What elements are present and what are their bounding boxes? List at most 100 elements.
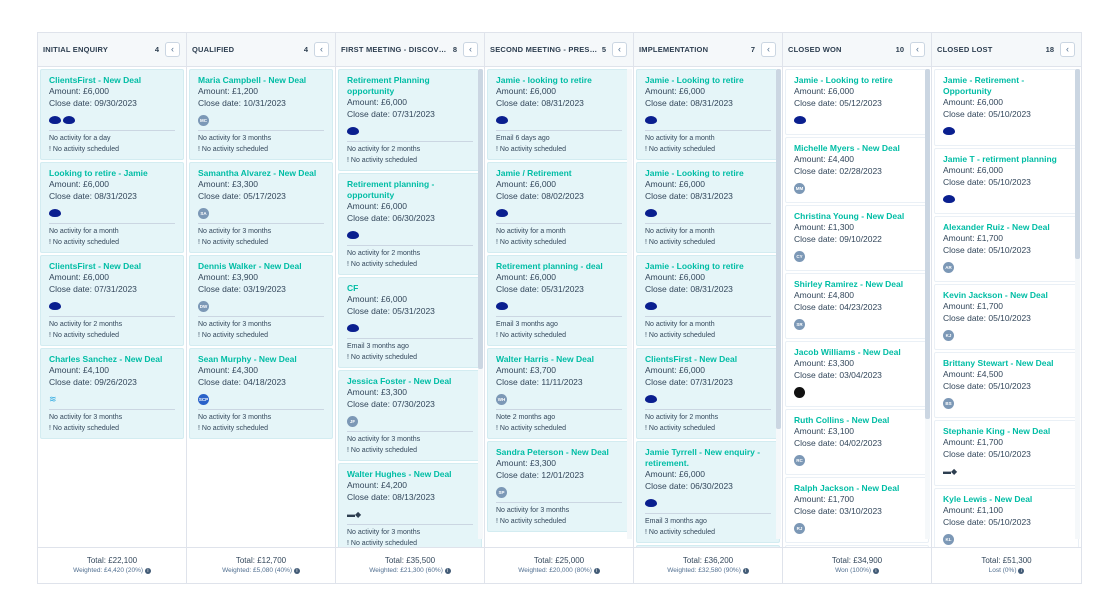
deal-card[interactable]: Walter Harris - New Deal Amount: £3,700 Cl… [487, 348, 631, 439]
deal-name-link[interactable]: Brittany Stewart - New Deal [943, 358, 1070, 369]
company-logo-icon[interactable] [943, 195, 955, 203]
deal-card[interactable]: ClientsFirst - New Deal Amount: £6,000 Clo… [636, 348, 780, 439]
deal-name-link[interactable]: Jessica Foster - New Deal [347, 376, 473, 387]
deal-name-link[interactable]: Ralph Jackson - New Deal [794, 483, 920, 494]
deal-name-link[interactable]: Walter Hughes - New Deal [347, 469, 473, 480]
deal-name-link[interactable]: Jamie - looking to retire [496, 75, 622, 86]
deal-name-link[interactable]: Walter Harris - New Deal [496, 354, 622, 365]
deal-name-link[interactable]: Jamie - Looking to retire [645, 75, 771, 86]
deal-name-link[interactable]: Samantha Alvarez - New Deal [198, 168, 324, 179]
deal-name-link[interactable]: Dennis Walker - New Deal [198, 261, 324, 272]
deal-card[interactable]: Retirement planning - opportunity Amount:… [338, 173, 482, 275]
deal-name-link[interactable]: Retirement planning - deal [496, 261, 622, 272]
info-icon[interactable]: i [444, 568, 451, 574]
contact-avatar[interactable]: SR [794, 318, 805, 330]
contact-avatar[interactable]: JF [347, 415, 358, 427]
deal-card[interactable]: Jamie - Retirement - Opportunity Amount: … [934, 69, 1079, 146]
deal-card[interactable]: Kyle Lewis - New Deal Amount: £1,100 Close… [934, 488, 1079, 547]
deal-name-link[interactable]: Jamie T - retirment planning [943, 154, 1070, 165]
collapse-column-button[interactable]: ‹ [314, 42, 329, 57]
deal-name-link[interactable]: Jamie - Looking to retire [794, 75, 920, 86]
collapse-column-button[interactable]: ‹ [761, 42, 776, 57]
deal-name-link[interactable]: Jamie - Looking to retire [645, 168, 771, 179]
deal-card[interactable]: Jamie / Retirement Amount: £6,000 Close da… [487, 162, 631, 253]
deal-card[interactable]: CF Amount: £6,000 Close date: 05/31/2023 Em… [338, 277, 482, 368]
scrollbar-thumb[interactable] [776, 69, 781, 429]
contact-avatar[interactable]: SP [496, 486, 507, 498]
deal-name-link[interactable]: CF [347, 283, 473, 294]
company-logo-icon[interactable] [347, 127, 359, 135]
deal-card[interactable]: Brittany Stewart - New Deal Amount: £4,50… [934, 352, 1079, 418]
company-avatar[interactable] [794, 386, 805, 398]
deal-name-link[interactable]: Jamie - Looking to retire [645, 261, 771, 272]
deal-card[interactable]: Charles Sanchez - New Deal Amount: £4,100… [40, 348, 184, 439]
collapse-column-button[interactable]: ‹ [910, 42, 925, 57]
contact-avatar[interactable]: KJ [943, 329, 954, 341]
column-scrollbar[interactable] [776, 69, 781, 539]
deal-card[interactable]: Jamie - Looking to retire Amount: £6,000 C… [785, 69, 929, 135]
deal-card[interactable]: Jean Hall - New Deal [785, 545, 929, 547]
deal-name-link[interactable]: ClientsFirst - New Deal [49, 75, 175, 86]
scrollbar-thumb[interactable] [478, 69, 483, 369]
deal-name-link[interactable]: Jacob Williams - New Deal [794, 347, 920, 358]
deal-name-link[interactable]: Alexander Ruiz - New Deal [943, 222, 1070, 233]
contact-avatar[interactable]: SA [198, 207, 209, 219]
deal-name-link[interactable]: Retirement planning - opportunity [347, 179, 473, 201]
company-logo-icon[interactable] [49, 209, 61, 217]
company-avatar[interactable]: SCP [198, 393, 209, 405]
company-logo-icon[interactable] [496, 116, 508, 124]
scrollbar-thumb[interactable] [1075, 69, 1080, 259]
deal-card[interactable]: Jamie - Looking to retire Amount: £6,000 C… [636, 255, 780, 346]
contact-avatar[interactable]: KL [943, 533, 954, 545]
deal-card[interactable]: ClientsFirst - New Deal Amount: £6,000 Clo… [40, 69, 184, 160]
deal-card[interactable]: Shirley Ramirez - New Deal Amount: £4,800… [785, 273, 929, 339]
scrollbar-thumb[interactable] [925, 69, 930, 419]
deal-name-link[interactable]: Michelle Myers - New Deal [794, 143, 920, 154]
deal-name-link[interactable]: Kyle Lewis - New Deal [943, 494, 1070, 505]
collapse-column-button[interactable]: ‹ [612, 42, 627, 57]
company-logo-icon[interactable] [63, 116, 75, 124]
collapse-column-button[interactable]: ‹ [1060, 42, 1075, 57]
deal-card[interactable]: Stephanie King - New Deal Amount: £1,700 C… [934, 420, 1079, 486]
contact-avatar[interactable]: BS [943, 397, 954, 409]
column-scrollbar[interactable] [627, 69, 632, 539]
deal-card[interactable]: Jessica Foster - New Deal Amount: £3,300 C… [338, 370, 482, 461]
deal-name-link[interactable]: ClientsFirst - New Deal [645, 354, 771, 365]
deal-card[interactable]: Jacob Williams - New Deal Amount: £3,300 C… [785, 341, 929, 407]
deal-card[interactable]: Retirement Planning opportunity Amount: £… [338, 69, 482, 171]
car-logo-icon[interactable]: ▬◆ [347, 510, 361, 519]
deal-name-link[interactable]: Shirley Ramirez - New Deal [794, 279, 920, 290]
deal-name-link[interactable]: Kevin Jackson - New Deal [943, 290, 1070, 301]
column-scrollbar[interactable] [925, 69, 930, 539]
deal-card[interactable]: Samantha Alvarez - New Deal Amount: £3,30… [189, 162, 333, 253]
deal-card[interactable]: Jamie - Looking to retire Amount: £6,000 C… [636, 69, 780, 160]
car-logo-icon[interactable]: ▬◆ [943, 467, 957, 476]
company-logo-icon[interactable] [943, 127, 955, 135]
contact-avatar[interactable]: MC [198, 114, 209, 126]
deal-name-link[interactable]: Jamie - Retirement - Opportunity [943, 75, 1070, 97]
contact-avatar[interactable]: MM [794, 182, 805, 194]
deal-name-link[interactable]: Maria Campbell - New Deal [198, 75, 324, 86]
deal-card[interactable]: Michelle Myers - New Deal Amount: £4,400 C… [785, 137, 929, 203]
contact-avatar[interactable]: CY [794, 250, 805, 262]
company-logo-icon[interactable] [645, 499, 657, 507]
deal-card[interactable]: Kevin Jackson - New Deal Amount: £1,700 Cl… [934, 284, 1079, 350]
deal-card[interactable]: Sean Murphy - New Deal Amount: £4,300 Clos… [189, 348, 333, 439]
deal-card[interactable]: Maria Campbell - New Deal Amount: £1,200 C… [189, 69, 333, 160]
deal-name-link[interactable]: Christina Young - New Deal [794, 211, 920, 222]
info-icon[interactable]: i [144, 568, 151, 574]
info-icon[interactable]: i [293, 568, 300, 574]
deal-name-link[interactable]: Jamie / Retirement [496, 168, 622, 179]
info-icon[interactable]: i [1018, 568, 1025, 574]
company-logo-icon[interactable] [794, 116, 806, 124]
deal-card[interactable]: Walter Hughes - New Deal Amount: £4,200 Cl… [338, 463, 482, 547]
company-logo-icon[interactable] [347, 324, 359, 332]
deal-card[interactable]: Jamie - Looking to retire Amount: £6,000 C… [636, 162, 780, 253]
deal-card[interactable]: Ruth Collins - New Deal Amount: £3,100 Clo… [785, 409, 929, 475]
contact-avatar[interactable]: RC [794, 454, 805, 466]
contact-avatar[interactable]: AR [943, 261, 954, 273]
deal-name-link[interactable]: Sean Murphy - New Deal [198, 354, 324, 365]
deal-card[interactable]: Dennis Walker - New Deal Amount: £3,900 Cl… [189, 255, 333, 346]
deal-name-link[interactable]: Charles Sanchez - New Deal [49, 354, 175, 365]
deal-name-link[interactable]: Looking to retire - Jamie [49, 168, 175, 179]
